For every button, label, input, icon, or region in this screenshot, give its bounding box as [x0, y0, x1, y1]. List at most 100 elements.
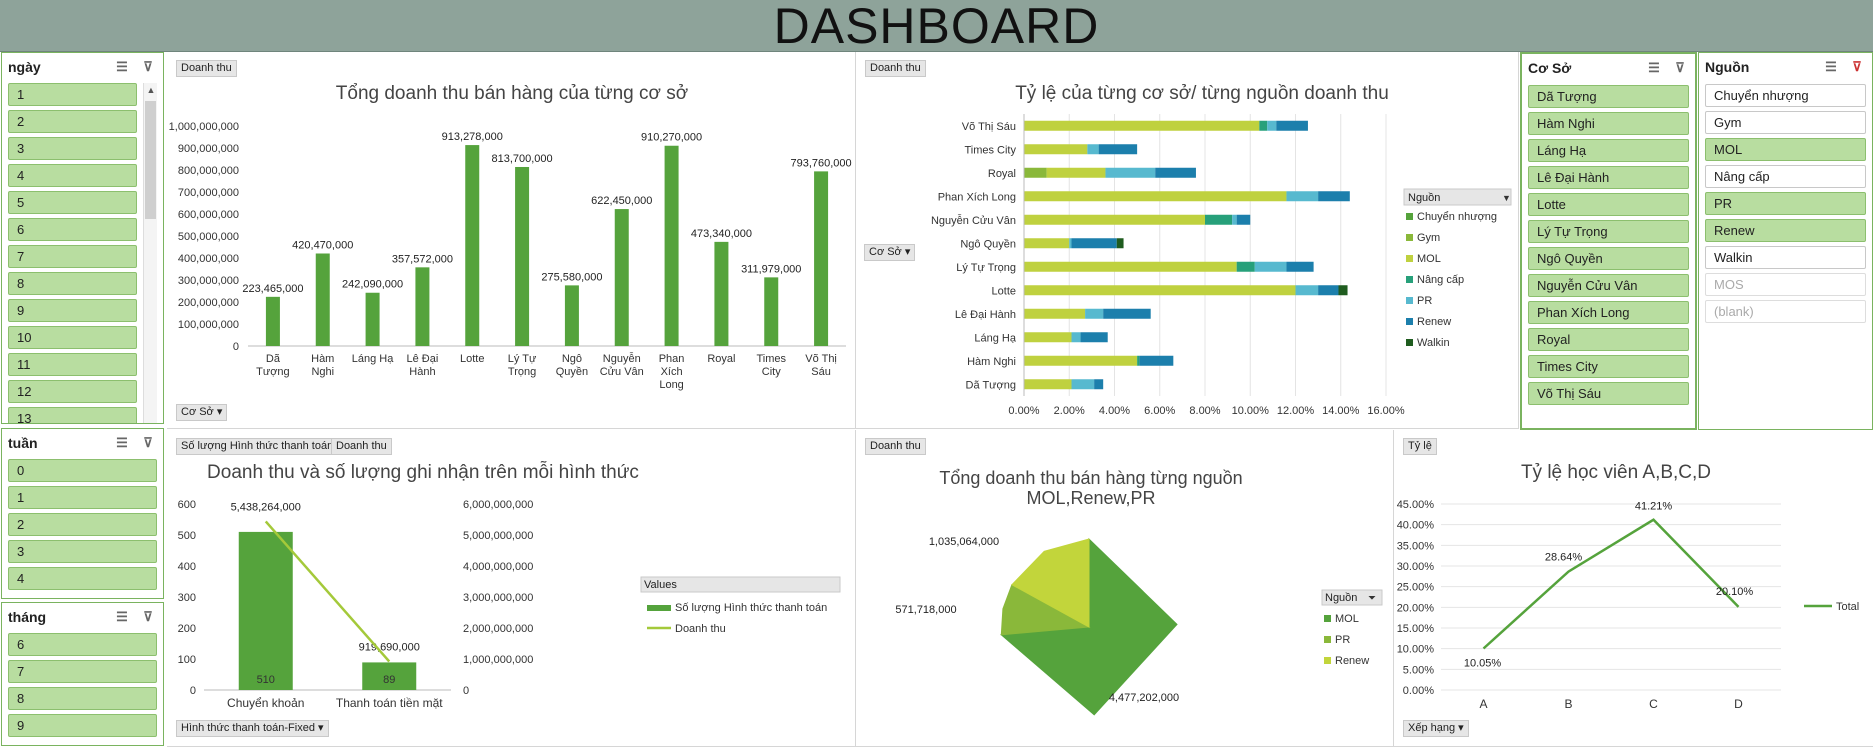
- data-label: 242,090,000: [342, 279, 403, 291]
- slicer-item[interactable]: Times City: [1528, 355, 1689, 378]
- slicer-item[interactable]: 1: [8, 83, 137, 106]
- slicer-item[interactable]: Royal: [1528, 328, 1689, 351]
- slicer-item[interactable]: 1: [8, 486, 157, 509]
- y2-tick-label: 6,000,000,000: [463, 499, 533, 511]
- y-tick-label: 300: [178, 592, 196, 604]
- scroll-up-icon[interactable]: ▲: [144, 85, 158, 95]
- bar: [315, 253, 330, 346]
- data-label: 10.05%: [1464, 657, 1502, 669]
- bar-segment: [1295, 285, 1319, 296]
- axis-button-hinh-thuc[interactable]: Hình thức thanh toán-Fixed ▾: [176, 720, 329, 737]
- slicer-item[interactable]: Gym: [1705, 111, 1866, 134]
- slicer-item[interactable]: 4: [8, 164, 137, 187]
- clear-filter-icon[interactable]: ⊽: [139, 435, 157, 451]
- bar-segment: [1024, 355, 1138, 366]
- slicer-item[interactable]: 13: [8, 407, 137, 423]
- bar-segment: [1254, 261, 1287, 272]
- chart-student-ratio: Tỷ lệ học viên A,B,C,D 0.00% 5.00% 10.00% 15…: [1397, 462, 1860, 711]
- y2-tick-label: 5,000,000,000: [463, 530, 533, 542]
- legend-swatch: [1324, 615, 1331, 622]
- bar-segment: [1259, 120, 1268, 131]
- slicer-item[interactable]: Võ Thị Sáu: [1528, 382, 1689, 405]
- line-data-label: 5,438,264,000: [231, 501, 301, 513]
- slicer-item[interactable]: Lý Tự Trọng: [1528, 220, 1689, 243]
- slicer-item[interactable]: 12: [8, 380, 137, 403]
- slicer-item[interactable]: Phan Xích Long: [1528, 301, 1689, 324]
- axis-button-co-so[interactable]: Cơ Sở ▾: [864, 244, 916, 261]
- bar-segment: [1276, 120, 1308, 131]
- clear-filter-icon[interactable]: ⊽: [139, 59, 157, 75]
- data-label: 311,979,000: [741, 263, 801, 275]
- slicer-ngay-scrollbar[interactable]: ▲ ▼: [143, 83, 158, 423]
- x-tick-label: Lê Đại: [407, 353, 439, 365]
- slicer-item[interactable]: Nguyễn Cửu Vân: [1528, 274, 1689, 297]
- slicer-item[interactable]: Lê Đại Hành: [1528, 166, 1689, 189]
- slicer-item[interactable]: Renew: [1705, 219, 1866, 242]
- data-label: 223,465,000: [242, 283, 303, 295]
- y-tick-label: 500: [178, 530, 196, 542]
- slicer-item[interactable]: 4: [8, 567, 157, 590]
- slicer-item[interactable]: 3: [8, 137, 137, 160]
- slicer-item[interactable]: MOS: [1705, 273, 1866, 296]
- bar-segment: [1236, 214, 1251, 225]
- slicer-item[interactable]: (blank): [1705, 300, 1866, 323]
- bar-data-label: 89: [383, 674, 395, 686]
- dropdown-arrow-icon: ▾: [904, 246, 911, 258]
- scroll-thumb[interactable]: [145, 101, 156, 219]
- axis-button-xep-hang[interactable]: Xếp hạng ▾: [1403, 720, 1469, 737]
- slicer-item[interactable]: 7: [8, 245, 137, 268]
- x-tick-label: 4.00%: [1099, 405, 1130, 417]
- multi-select-icon[interactable]: ☰: [113, 435, 131, 451]
- x-tick-label: 14.00%: [1322, 405, 1360, 417]
- multi-select-icon[interactable]: ☰: [1822, 59, 1840, 75]
- clear-filter-icon[interactable]: ⊽: [1671, 60, 1689, 76]
- slicer-item[interactable]: Chuyển nhượng: [1705, 84, 1866, 107]
- bar-segment: [1286, 191, 1319, 202]
- legend-label: Gym: [1417, 232, 1440, 244]
- x-tick-label: 6.00%: [1144, 405, 1175, 417]
- slicer-item[interactable]: 9: [8, 714, 157, 737]
- slicer-item[interactable]: Lotte: [1528, 193, 1689, 216]
- bar: [365, 292, 380, 346]
- y-tick-label: 600: [178, 499, 196, 511]
- axis-button-co-so[interactable]: Cơ Sở ▾: [176, 404, 228, 421]
- multi-select-icon[interactable]: ☰: [113, 609, 131, 625]
- slicer-item[interactable]: PR: [1705, 192, 1866, 215]
- slicer-item[interactable]: Walkin: [1705, 246, 1866, 269]
- slicer-item[interactable]: 11: [8, 353, 137, 376]
- multi-select-icon[interactable]: ☰: [1645, 60, 1663, 76]
- slicer-item[interactable]: Nâng cấp: [1705, 165, 1866, 188]
- y-tick-label: 200,000,000: [178, 297, 239, 309]
- x-tick-label: Trọng: [508, 366, 536, 378]
- clear-filter-icon[interactable]: ⊽: [139, 609, 157, 625]
- legend-label: MOL: [1417, 253, 1441, 265]
- slicer-item[interactable]: MOL: [1705, 138, 1866, 161]
- slicer-item[interactable]: 5: [8, 191, 137, 214]
- slicer-item[interactable]: Ngô Quyền: [1528, 247, 1689, 270]
- slicer-item[interactable]: Hàm Nghi: [1528, 112, 1689, 135]
- multi-select-icon[interactable]: ☰: [113, 59, 131, 75]
- slicer-item[interactable]: 8: [8, 272, 137, 295]
- chart-title: Tỷ lệ học viên A,B,C,D: [1521, 462, 1711, 483]
- slicer-tuan: tuần ☰ ⊽ 0 1 2 3 4: [1, 428, 164, 599]
- slicer-item[interactable]: 2: [8, 513, 157, 536]
- y-tick-label: 900,000,000: [178, 143, 239, 155]
- slicer-item[interactable]: 8: [8, 687, 157, 710]
- slicer-item[interactable]: 10: [8, 326, 137, 349]
- slicer-item[interactable]: 3: [8, 540, 157, 563]
- slicer-item[interactable]: 6: [8, 633, 157, 656]
- slicer-item[interactable]: 0: [8, 459, 157, 482]
- slicer-item[interactable]: Dã Tượng: [1528, 85, 1689, 108]
- slicer-item[interactable]: 7: [8, 660, 157, 683]
- data-label: 275,580,000: [541, 271, 602, 283]
- legend-swatch: [1324, 636, 1331, 643]
- y-tick-label: Times City: [964, 144, 1016, 156]
- pie-data-label: 1,035,064,000: [929, 536, 999, 548]
- slicer-item[interactable]: 6: [8, 218, 137, 241]
- bar: [714, 241, 729, 346]
- slicer-item[interactable]: 9: [8, 299, 137, 322]
- clear-filter-icon[interactable]: ⊽: [1848, 59, 1866, 75]
- slicer-item[interactable]: 2: [8, 110, 137, 133]
- slicer-item[interactable]: Láng Hạ: [1528, 139, 1689, 162]
- legend-swatch: [1406, 255, 1413, 262]
